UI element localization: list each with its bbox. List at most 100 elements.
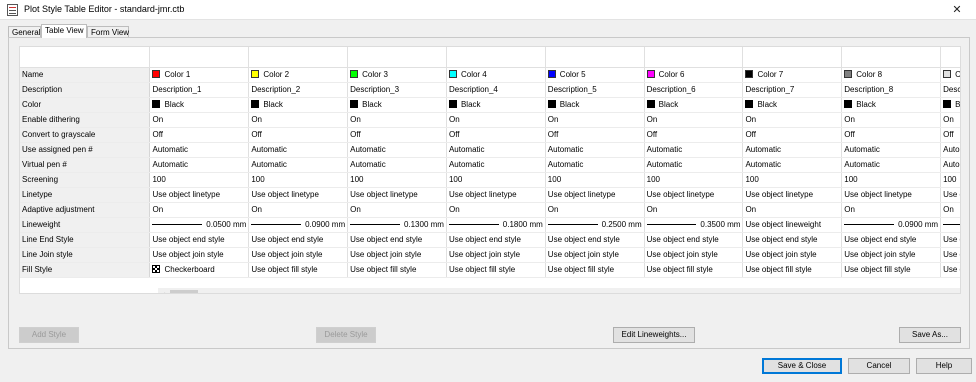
- table-cell[interactable]: Use object fill style: [644, 262, 744, 278]
- horizontal-scrollbar[interactable]: ‹ ›: [158, 288, 960, 293]
- tab-table-view[interactable]: Table View: [41, 24, 87, 38]
- table-cell[interactable]: Use object join style: [545, 247, 645, 263]
- table-cell[interactable]: Use object linetype: [545, 187, 645, 203]
- table-cell[interactable]: Description_4: [446, 82, 546, 98]
- help-button[interactable]: Help: [916, 358, 972, 374]
- table-cell[interactable]: Black: [841, 97, 942, 113]
- table-cell[interactable]: Use object fill style: [545, 262, 645, 278]
- add-style-button[interactable]: Add Style: [19, 327, 79, 343]
- table-cell[interactable]: Description_3: [347, 82, 447, 98]
- table-cell[interactable]: Black: [742, 97, 843, 113]
- table-cell[interactable]: 0.2500 mm: [545, 217, 645, 233]
- table-cell[interactable]: Description_9: [940, 82, 960, 98]
- table-cell[interactable]: On: [742, 202, 843, 218]
- column-header-cell[interactable]: [446, 47, 546, 68]
- scroll-right-icon[interactable]: ›: [958, 288, 960, 293]
- column-header-cell[interactable]: [149, 47, 250, 68]
- table-cell[interactable]: 0.0900 mm: [248, 217, 349, 233]
- table-cell[interactable]: Automatic: [347, 157, 447, 173]
- table-cell[interactable]: 0.1800 mm: [446, 217, 546, 233]
- table-cell[interactable]: Use object linetype: [644, 187, 744, 203]
- table-cell[interactable]: Automatic: [545, 157, 645, 173]
- table-cell[interactable]: Use object linetype: [149, 187, 250, 203]
- table-cell[interactable]: Color 9: [940, 67, 960, 83]
- table-cell[interactable]: Use object fill style: [742, 262, 843, 278]
- table-cell[interactable]: On: [545, 112, 645, 128]
- column-header-cell[interactable]: [545, 47, 645, 68]
- table-cell[interactable]: Black: [149, 97, 250, 113]
- table-cell[interactable]: Automatic: [446, 142, 546, 158]
- table-cell[interactable]: Color 4: [446, 67, 546, 83]
- table-cell[interactable]: Off: [347, 127, 447, 143]
- table-cell[interactable]: Use object end style: [248, 232, 349, 248]
- table-cell[interactable]: On: [347, 112, 447, 128]
- column-header-cell[interactable]: [940, 47, 960, 68]
- table-cell[interactable]: Black: [545, 97, 645, 113]
- table-cell[interactable]: Use object end style: [742, 232, 843, 248]
- table-cell[interactable]: On: [347, 202, 447, 218]
- table-cell[interactable]: Color 7: [742, 67, 843, 83]
- table-cell[interactable]: Automatic: [347, 142, 447, 158]
- table-cell[interactable]: Automatic: [248, 142, 349, 158]
- table-cell[interactable]: Use object fill style: [940, 262, 960, 278]
- table-cell[interactable]: On: [545, 202, 645, 218]
- table-cell[interactable]: 100: [149, 172, 250, 188]
- table-cell[interactable]: Off: [940, 127, 960, 143]
- table-cell[interactable]: On: [940, 202, 960, 218]
- table-cell[interactable]: Automatic: [149, 142, 250, 158]
- table-cell[interactable]: Automatic: [940, 142, 960, 158]
- table-cell[interactable]: Use object fill style: [347, 262, 447, 278]
- table-cell[interactable]: Automatic: [841, 142, 942, 158]
- table-cell[interactable]: Automatic: [742, 142, 843, 158]
- table-cell[interactable]: Off: [644, 127, 744, 143]
- table-cell[interactable]: Automatic: [644, 142, 744, 158]
- table-cell[interactable]: Use object join style: [841, 247, 942, 263]
- table-cell[interactable]: Color 2: [248, 67, 349, 83]
- table-cell[interactable]: Automatic: [644, 157, 744, 173]
- save-as-button[interactable]: Save As...: [899, 327, 961, 343]
- table-cell[interactable]: Automatic: [248, 157, 349, 173]
- table-cell[interactable]: Off: [149, 127, 250, 143]
- table-cell[interactable]: Use object end style: [644, 232, 744, 248]
- table-cell[interactable]: Description_6: [644, 82, 744, 98]
- table-cell[interactable]: On: [742, 112, 843, 128]
- table-cell[interactable]: Automatic: [841, 157, 942, 173]
- table-cell[interactable]: On: [248, 202, 349, 218]
- column-header-cell[interactable]: [841, 47, 942, 68]
- table-cell[interactable]: 0.3500 mm: [644, 217, 744, 233]
- table-cell[interactable]: 0.1300 mm: [347, 217, 447, 233]
- table-cell[interactable]: 0.0900 mm: [841, 217, 942, 233]
- table-cell[interactable]: Use object end style: [446, 232, 546, 248]
- table-cell[interactable]: Color 6: [644, 67, 744, 83]
- table-cell[interactable]: 0.0500 mm: [940, 217, 960, 233]
- table-cell[interactable]: On: [446, 202, 546, 218]
- table-cell[interactable]: Use object join style: [446, 247, 546, 263]
- table-cell[interactable]: Use object linetype: [742, 187, 843, 203]
- table-cell[interactable]: Use object linetype: [248, 187, 349, 203]
- table-cell[interactable]: On: [940, 112, 960, 128]
- table-cell[interactable]: 100: [248, 172, 349, 188]
- table-cell[interactable]: Use object end style: [149, 232, 250, 248]
- table-cell[interactable]: Use object join style: [149, 247, 250, 263]
- table-cell[interactable]: Color 5: [545, 67, 645, 83]
- scroll-thumb[interactable]: [170, 290, 198, 293]
- table-cell[interactable]: On: [841, 202, 942, 218]
- table-cell[interactable]: Use object join style: [742, 247, 843, 263]
- table-cell[interactable]: Description_2: [248, 82, 349, 98]
- table-cell[interactable]: Color 3: [347, 67, 447, 83]
- table-cell[interactable]: Black: [248, 97, 349, 113]
- scroll-left-icon[interactable]: ‹: [158, 288, 170, 293]
- table-cell[interactable]: On: [644, 112, 744, 128]
- close-button[interactable]: ✕: [944, 2, 970, 18]
- save-close-button[interactable]: Save & Close: [762, 358, 842, 374]
- table-cell[interactable]: Description_5: [545, 82, 645, 98]
- table-cell[interactable]: On: [149, 112, 250, 128]
- table-cell[interactable]: Use object join style: [940, 247, 960, 263]
- table-cell[interactable]: 100: [940, 172, 960, 188]
- table-cell[interactable]: Use object end style: [940, 232, 960, 248]
- table-cell[interactable]: Use object fill style: [248, 262, 349, 278]
- table-cell[interactable]: Use object linetype: [841, 187, 942, 203]
- column-header-cell[interactable]: [742, 47, 843, 68]
- table-cell[interactable]: Use object join style: [248, 247, 349, 263]
- table-cell[interactable]: Use object join style: [347, 247, 447, 263]
